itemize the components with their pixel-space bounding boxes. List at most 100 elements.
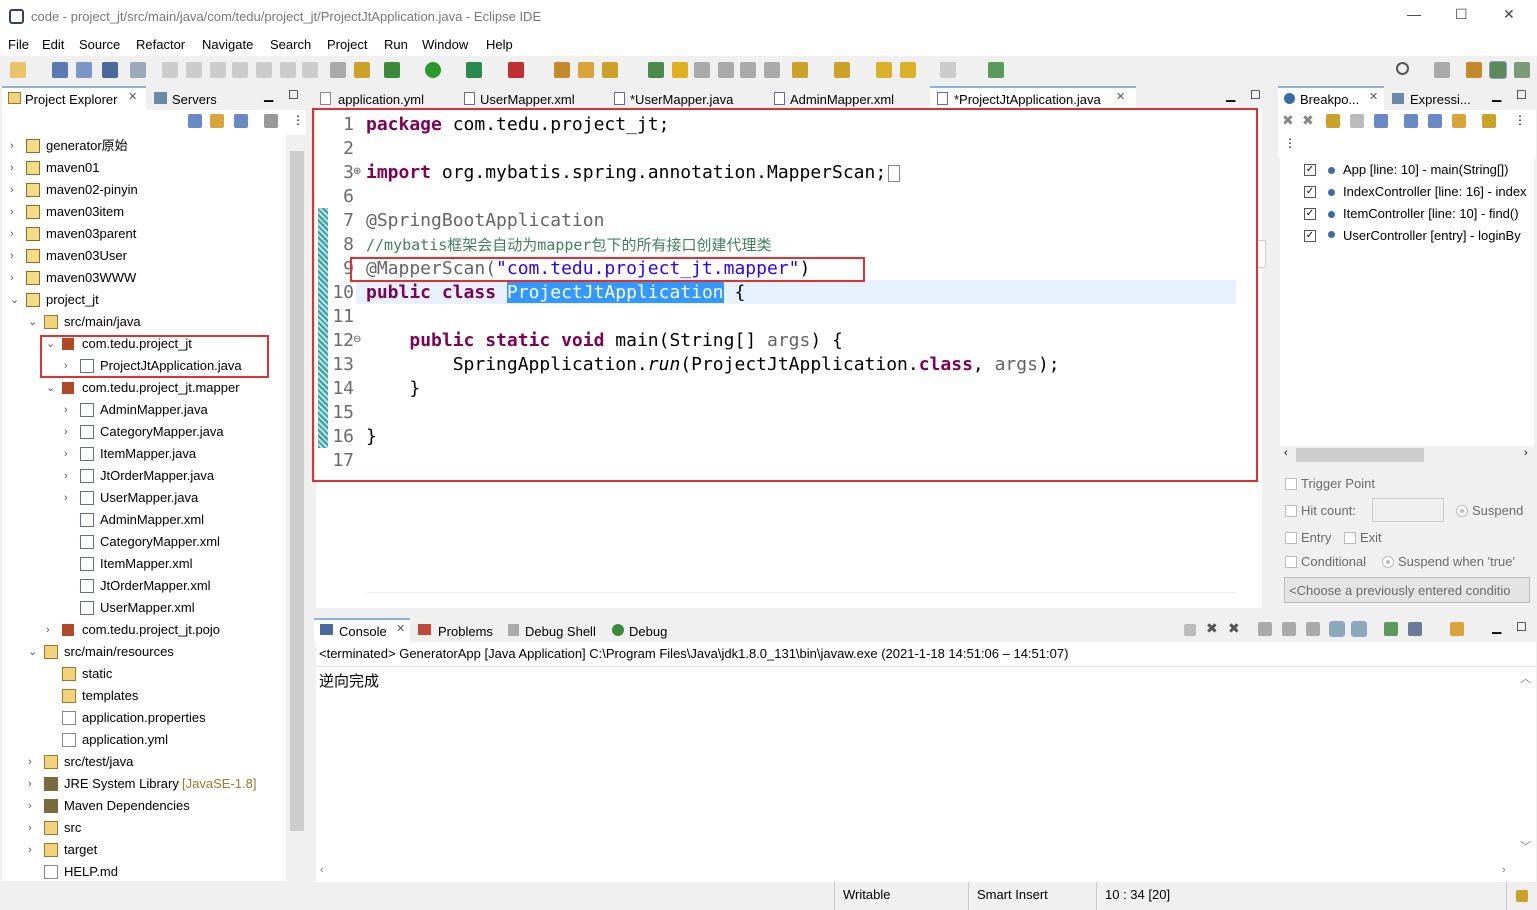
java-ee-perspective-icon[interactable] — [1466, 62, 1482, 78]
breakpoint-checkbox[interactable]: ✓ — [1304, 186, 1316, 198]
breakpoint-checkbox[interactable]: ✓ — [1304, 230, 1316, 242]
tree-item[interactable]: › ItemMapper.java — [2, 443, 286, 465]
tree-item[interactable]: ⌄ project_jt — [2, 289, 286, 311]
scroll-left-icon[interactable]: ‹ — [1284, 447, 1288, 459]
terminate-icon[interactable] — [1184, 624, 1196, 636]
word-wrap-icon[interactable] — [1306, 622, 1320, 636]
drop-frame-icon[interactable] — [330, 62, 346, 78]
maximize-editor-icon[interactable]: ☐ — [1250, 88, 1261, 102]
tree-item[interactable]: CategoryMapper.xml — [2, 531, 286, 553]
menu-refactor[interactable]: Refactor — [136, 37, 185, 52]
terminate-icon[interactable] — [210, 62, 226, 78]
back-icon[interactable] — [900, 62, 916, 78]
notification-icon[interactable] — [1516, 890, 1528, 902]
show-whitespace-icon[interactable] — [764, 62, 780, 78]
tab-problems[interactable]: Problems — [438, 624, 493, 639]
view-menu-icon[interactable]: ⋮ — [1514, 113, 1526, 127]
remove-launch-icon[interactable]: ✖ — [1206, 620, 1218, 637]
bp-hscrollbar[interactable]: ‹ › — [1280, 446, 1534, 464]
new-package-icon[interactable] — [578, 62, 594, 78]
exit-checkbox[interactable] — [1344, 532, 1356, 544]
editor-tab-application-yml[interactable]: application.yml — [338, 92, 424, 107]
last-edit-icon[interactable] — [876, 62, 892, 78]
open-console-icon[interactable] — [1450, 622, 1464, 636]
close-tab-icon[interactable]: ✕ — [396, 622, 405, 635]
tab-debug[interactable]: Debug — [629, 624, 667, 639]
tree-item[interactable]: › AdminMapper.java — [2, 399, 286, 421]
chevron-down-icon[interactable]: ⌄ — [28, 311, 37, 333]
breakpoint-item[interactable]: ItemController [line: 10] - find() — [1343, 203, 1533, 225]
chevron-down-icon[interactable]: ⌄ — [28, 641, 37, 663]
maximize-view-icon[interactable]: ☐ — [1516, 88, 1527, 102]
tab-servers[interactable]: Servers — [172, 92, 217, 107]
tree-item[interactable]: › UserMapper.java — [2, 487, 286, 509]
chevron-down-icon[interactable]: ⌄ — [46, 377, 55, 399]
explorer-scroll-thumb[interactable] — [290, 151, 304, 831]
tree-item[interactable]: › Maven Dependencies — [2, 795, 286, 817]
skip-breakpoints-icon[interactable] — [130, 62, 146, 78]
breakpoint-checkbox[interactable]: ✓ — [1304, 208, 1316, 220]
tree-item[interactable]: AdminMapper.xml — [2, 509, 286, 531]
tab-breakpoints[interactable]: Breakpo... — [1300, 92, 1359, 107]
tree-item[interactable]: › maven03User — [2, 245, 286, 267]
new-icon[interactable] — [10, 62, 26, 78]
minimize-view-icon[interactable]: ▁ — [1492, 88, 1501, 102]
expand-all-icon[interactable] — [1404, 114, 1418, 128]
maximize-view-icon[interactable]: ☐ — [1516, 620, 1527, 634]
chevron-right-icon[interactable]: › — [46, 619, 50, 641]
quick-access-search-icon[interactable] — [1396, 62, 1409, 75]
toggle-mark-icon[interactable] — [694, 62, 710, 78]
next-annotation-icon[interactable] — [792, 62, 808, 78]
tree-item[interactable]: HELP.md — [2, 861, 286, 881]
toggle-block-icon[interactable] — [718, 62, 734, 78]
open-type-icon[interactable] — [648, 62, 664, 78]
tree-item[interactable]: application.yml — [2, 729, 286, 751]
chevron-right-icon[interactable]: › — [28, 839, 32, 861]
editor-tab-adminmapper-xml[interactable]: AdminMapper.xml — [790, 92, 894, 107]
close-button[interactable]: ✕ — [1503, 6, 1515, 23]
chevron-right-icon[interactable]: › — [10, 245, 14, 267]
scroll-lock-icon[interactable] — [1282, 622, 1296, 636]
java-perspective-icon[interactable] — [1514, 62, 1530, 78]
tree-item[interactable]: › maven03item — [2, 201, 286, 223]
display-console-icon[interactable] — [1408, 622, 1422, 636]
chevron-right-icon[interactable]: › — [64, 443, 68, 465]
tree-item[interactable]: templates — [2, 685, 286, 707]
view-menu-icon[interactable]: ⋮ — [1284, 136, 1296, 150]
close-tab-icon[interactable]: ✕ — [1116, 90, 1125, 103]
chevron-right-icon[interactable]: › — [64, 421, 68, 443]
coverage-icon[interactable] — [466, 62, 482, 78]
chevron-right-icon[interactable]: › — [10, 201, 14, 223]
chevron-right-icon[interactable]: › — [10, 223, 14, 245]
maximize-view-icon[interactable]: ☐ — [288, 88, 299, 102]
debug-perspective-icon[interactable] — [1489, 61, 1507, 79]
menu-run[interactable]: Run — [384, 37, 408, 52]
tree-item[interactable]: ⌄ com.tedu.project_jt.mapper — [2, 377, 286, 399]
breakpoint-item[interactable]: App [line: 10] - main(String[]) — [1343, 159, 1533, 181]
tree-item[interactable]: JtOrderMapper.xml — [2, 575, 286, 597]
tree-item[interactable]: › maven03parent — [2, 223, 286, 245]
use-step-filters-icon[interactable] — [354, 62, 370, 78]
explorer-scrollbar[interactable] — [288, 135, 306, 881]
word-wrap-icon[interactable] — [740, 62, 756, 78]
menu-file[interactable]: File — [8, 37, 29, 52]
external-tools-icon[interactable] — [508, 62, 524, 78]
tab-debug-shell[interactable]: Debug Shell — [525, 624, 596, 639]
step-return-icon[interactable] — [302, 62, 318, 78]
collapse-all-icon[interactable] — [1428, 114, 1442, 128]
close-tab-icon[interactable]: ✕ — [128, 90, 137, 103]
breakpoint-checkbox[interactable]: ✓ — [1304, 164, 1316, 176]
forward-icon[interactable] — [940, 62, 956, 78]
open-perspective-icon[interactable] — [1434, 62, 1450, 78]
link-with-editor-icon[interactable] — [210, 114, 224, 128]
breakpoint-item[interactable]: UserController [entry] - loginBy — [1343, 225, 1533, 247]
suspend-icon[interactable] — [186, 62, 202, 78]
minimize-button[interactable]: — — [1407, 6, 1421, 22]
menu-project[interactable]: Project — [327, 37, 367, 52]
scroll-right-icon[interactable]: › — [1524, 447, 1528, 459]
minimize-view-icon[interactable]: ▁ — [1492, 620, 1501, 634]
terminal-icon[interactable] — [102, 62, 118, 78]
save-all-icon[interactable] — [76, 62, 92, 78]
new-class-icon[interactable] — [602, 62, 618, 78]
editor-tab-usermapper-xml[interactable]: UserMapper.xml — [480, 92, 575, 107]
